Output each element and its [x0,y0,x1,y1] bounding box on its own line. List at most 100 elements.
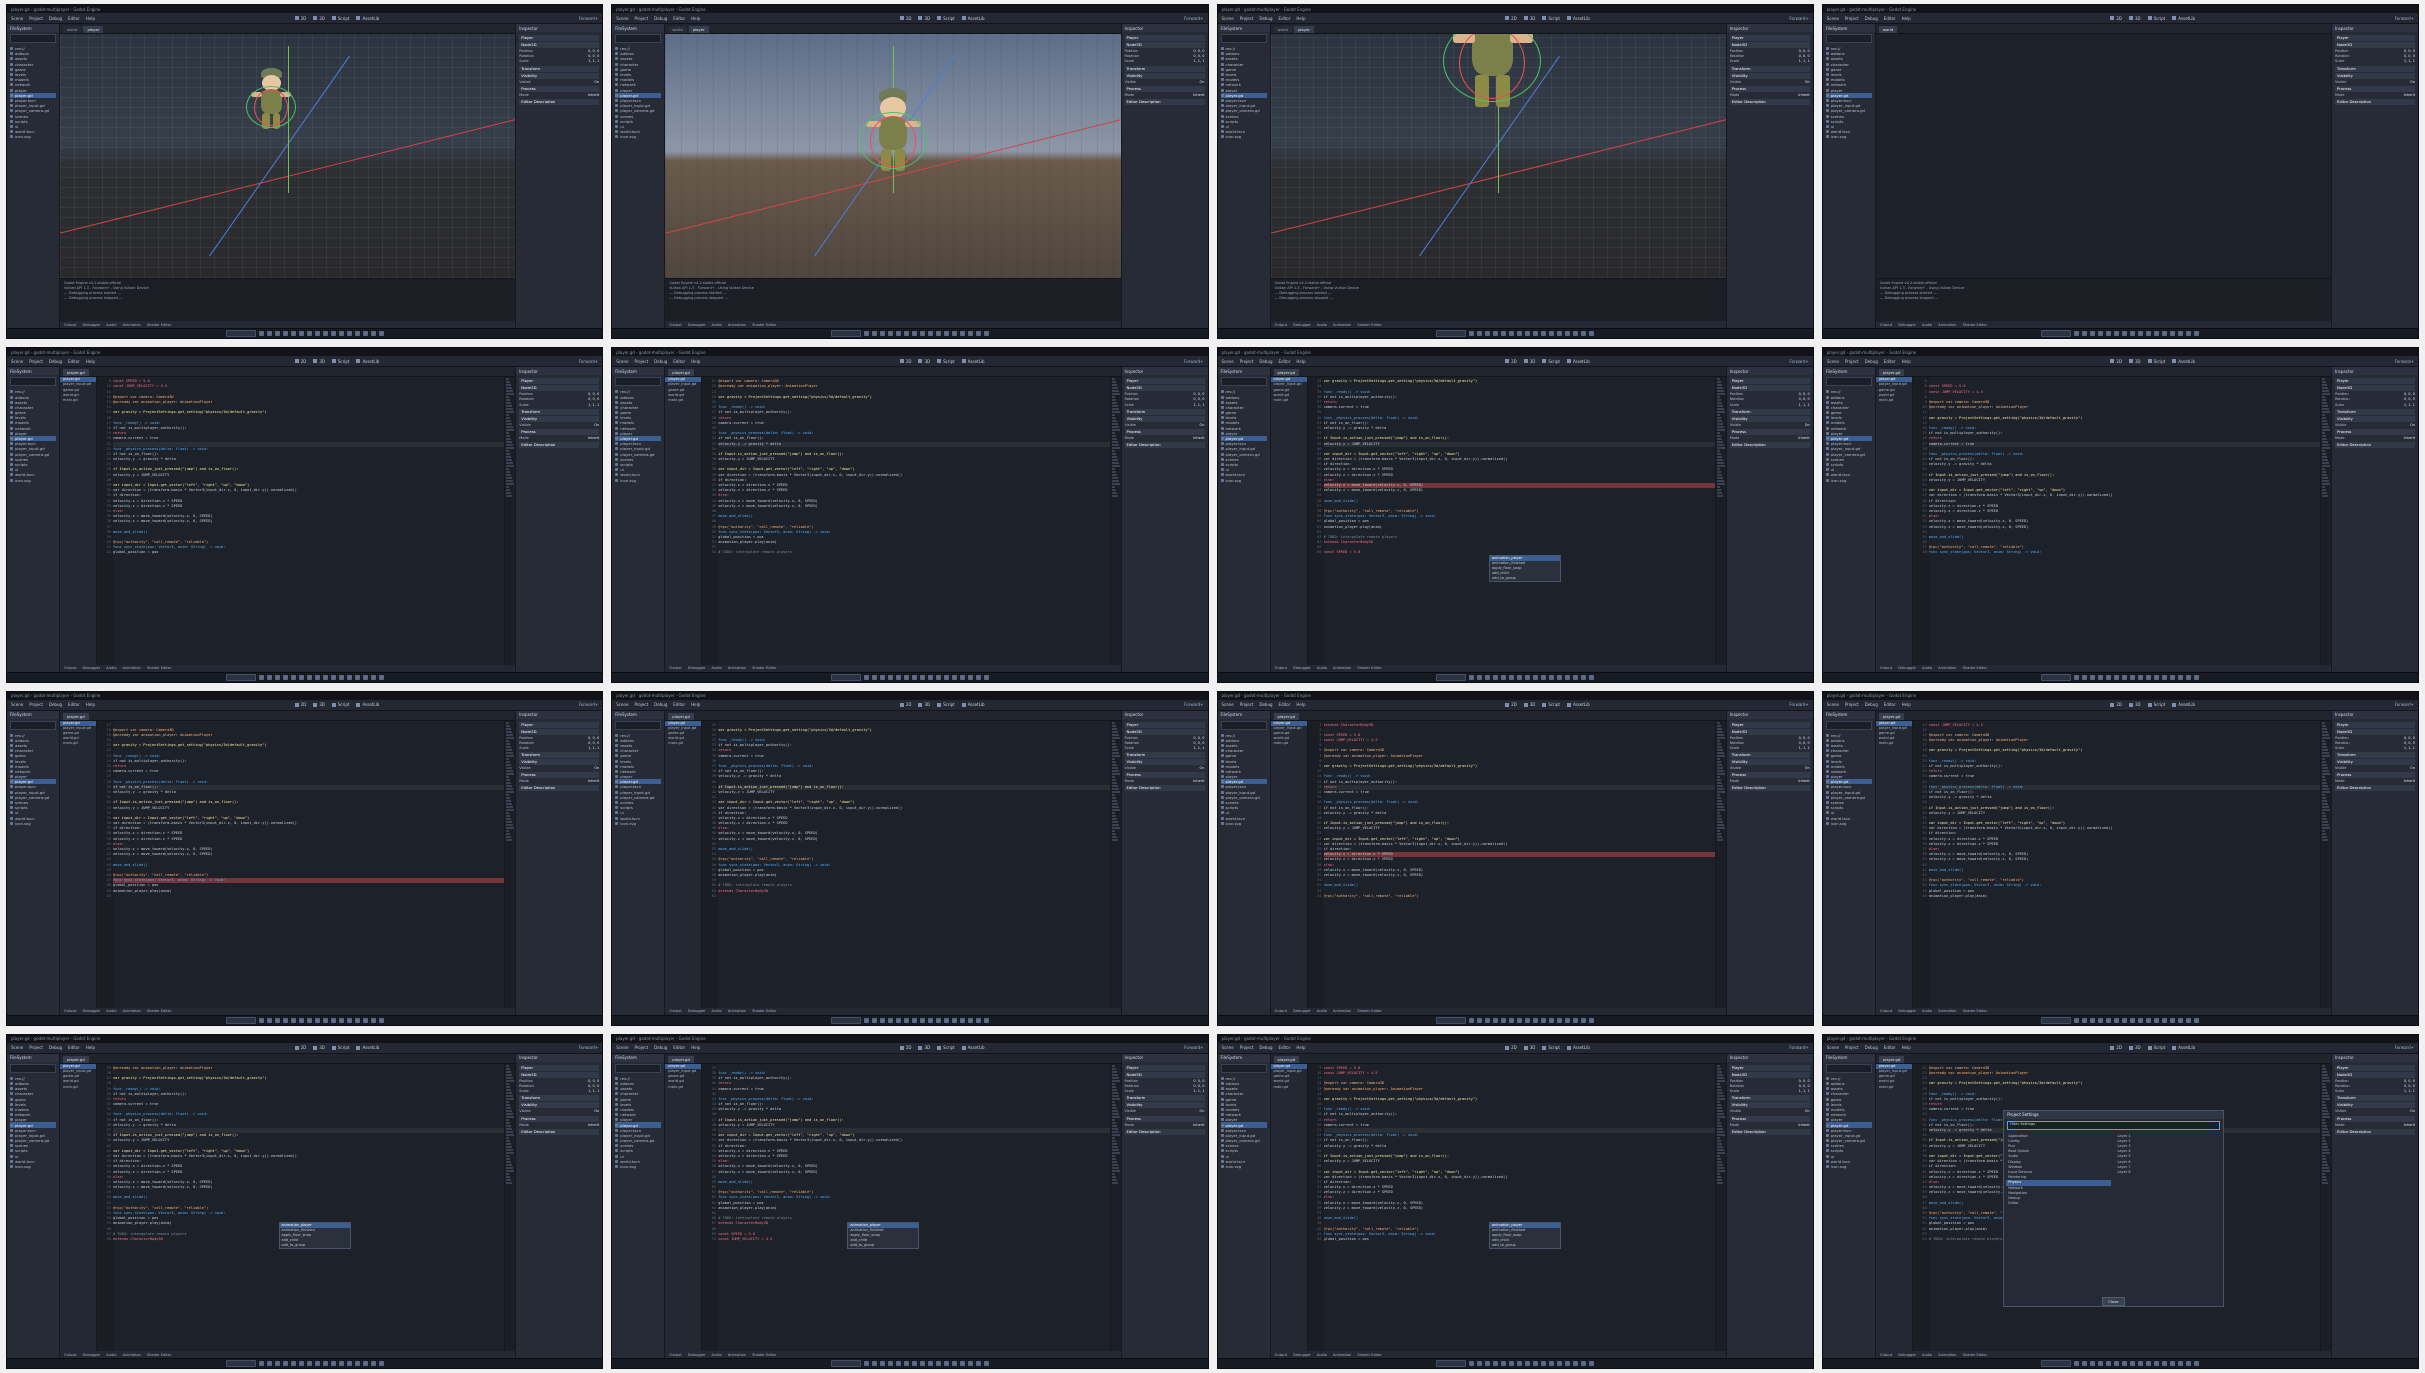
code-text-area[interactable]: extends CharacterBody3D const SPEED = 5.0… [1323,721,1715,1008]
shader-editor-tab[interactable]: Shader Editor [147,666,172,670]
inspector-section-visibility[interactable]: Visibility [2335,415,2415,422]
taskbar-app-icon[interactable] [378,1361,384,1366]
taskbar-app-icon[interactable] [282,674,288,680]
taskbar-search-box[interactable] [2041,1016,2072,1024]
taskbar-search-box[interactable] [1436,1016,1467,1024]
menu-help[interactable]: Help [691,702,700,707]
menu-scene[interactable]: Scene [616,16,628,21]
filesystem-filter-input[interactable] [1220,377,1267,387]
inspector-section-transform[interactable]: Transform [1729,1095,1810,1102]
taskbar-app-icon[interactable] [1533,1017,1539,1023]
code-minimap[interactable] [1109,720,1121,1008]
code-minimap[interactable] [2320,720,2331,1008]
output-tab[interactable]: Output [669,1353,681,1357]
taskbar-app-icon[interactable] [1557,331,1563,337]
prop-value[interactable]: Inherit [2404,436,2415,441]
mode-script-button[interactable]: Script [2147,1045,2165,1050]
taskbar-app-icon[interactable] [903,1361,909,1366]
mode-3d-button[interactable]: 3D [1523,16,1535,21]
taskbar-app-icon[interactable] [2194,1361,2200,1366]
inspector-section-visibility[interactable]: Visibility [1124,759,1205,766]
taskbar-app-icon[interactable] [1581,674,1587,680]
taskbar-app-icon[interactable] [951,674,957,680]
taskbar-app-icon[interactable] [378,331,384,337]
prop-scale[interactable]: Scale 1, 1, 1 [1730,1089,1810,1094]
filesystem-item[interactable]: icon.svg [615,1164,661,1169]
menu-help[interactable]: Help [1902,16,1911,21]
inspector-section-visibility[interactable]: Visibility [519,415,600,422]
taskbar-app-icon[interactable] [2170,1361,2176,1366]
inspector-section-visibility[interactable]: Visibility [519,72,600,79]
autocomplete-popup[interactable]: animation_player animation_finished apply_… [847,1221,920,1249]
taskbar-app-icon[interactable] [951,1361,957,1366]
mode-3d-button[interactable]: 3D [1523,702,1535,707]
prop-value[interactable]: On [594,80,599,85]
autocomplete-popup[interactable]: animation_player animation_finished apply_… [1489,1221,1562,1249]
prop-value[interactable]: 1, 1, 1 [1799,59,1810,64]
taskbar-app-icon[interactable] [903,1017,909,1023]
autocomplete-item[interactable]: add_to_group [848,1243,918,1248]
shader-editor-tab[interactable]: Shader Editor [1963,323,1988,327]
autocomplete-item[interactable]: add_to_group [1490,1243,1560,1248]
scene-tab[interactable]: world [1878,26,1898,33]
taskbar-app-icon[interactable] [1509,674,1515,680]
debugger-tab[interactable]: Debugger [1898,1009,1916,1013]
inspector-section-node3d[interactable]: Node3D [519,1071,600,1078]
taskbar-app-icon[interactable] [2122,674,2128,680]
output-tab[interactable]: Output [1880,323,1892,327]
taskbar-app-icon[interactable] [2114,1361,2120,1366]
debugger-tab[interactable]: Debugger [82,323,100,327]
prop-value[interactable]: Inherit [1193,779,1204,784]
taskbar-app-icon[interactable] [967,1361,973,1366]
mode-script-button[interactable]: Script [1542,359,1560,364]
taskbar-app-icon[interactable] [2138,1017,2144,1023]
taskbar-app-icon[interactable] [1501,331,1507,337]
taskbar-search-box[interactable] [830,673,861,681]
renderer-selector[interactable]: Forward+ [1184,1045,1203,1050]
menu-debug[interactable]: Debug [654,16,667,21]
mode-script-button[interactable]: Script [937,1045,955,1050]
renderer-selector[interactable]: Forward+ [579,702,598,707]
inspector-section-transform[interactable]: Transform [2335,408,2415,415]
mode-assetlib-button[interactable]: AssetLib [961,359,985,364]
taskbar-app-icon[interactable] [1469,674,1475,680]
prop-mode[interactable]: Mode Inherit [2335,779,2415,784]
prop-mode[interactable]: Mode Inherit [2335,1123,2415,1128]
prop-visible[interactable]: Visible On [519,766,599,771]
scene-tab[interactable]: player [688,26,709,33]
taskbar-app-icon[interactable] [2082,1361,2088,1366]
taskbar-app-icon[interactable] [879,1017,885,1023]
scene-tab[interactable]: world [668,26,687,33]
taskbar-app-icon[interactable] [975,1361,981,1366]
3d-viewport[interactable] [60,34,516,279]
menu-debug[interactable]: Debug [1259,16,1272,21]
inspector-section-node3d[interactable]: Node3D [1729,42,1810,48]
taskbar-app-icon[interactable] [314,331,320,337]
taskbar-app-icon[interactable] [863,1361,869,1366]
menu-scene[interactable]: Scene [616,359,628,364]
open-script-item[interactable]: main.gd [60,741,96,746]
taskbar-app-icon[interactable] [330,1361,336,1366]
taskbar-app-icon[interactable] [967,674,973,680]
prop-visible[interactable]: Visible On [1125,80,1205,85]
taskbar-search-box[interactable] [2041,330,2072,338]
prop-scale[interactable]: Scale 1, 1, 1 [2335,746,2415,751]
scene-tab[interactable]: player.gd [1273,369,1300,377]
taskbar-app-icon[interactable] [1581,331,1587,337]
shader-editor-tab[interactable]: Shader Editor [147,323,172,327]
prop-value[interactable]: Inherit [1193,93,1204,98]
debugger-tab[interactable]: Debugger [1293,323,1311,327]
taskbar-app-icon[interactable] [2122,1017,2128,1023]
mode-2d-button[interactable]: 2D [899,16,911,21]
menu-debug[interactable]: Debug [1865,1045,1878,1050]
menu-editor[interactable]: Editor [673,702,685,707]
audio-tab[interactable]: Audio [1317,323,1327,327]
code-line[interactable] [113,894,504,899]
taskbar-app-icon[interactable] [298,674,304,680]
taskbar-app-icon[interactable] [911,674,917,680]
taskbar-app-icon[interactable] [282,1017,288,1023]
taskbar-app-icon[interactable] [1501,1017,1507,1023]
prop-scale[interactable]: Scale 1, 1, 1 [519,59,599,64]
taskbar-app-icon[interactable] [911,1017,917,1023]
mode-2d-button[interactable]: 2D [1505,702,1517,707]
